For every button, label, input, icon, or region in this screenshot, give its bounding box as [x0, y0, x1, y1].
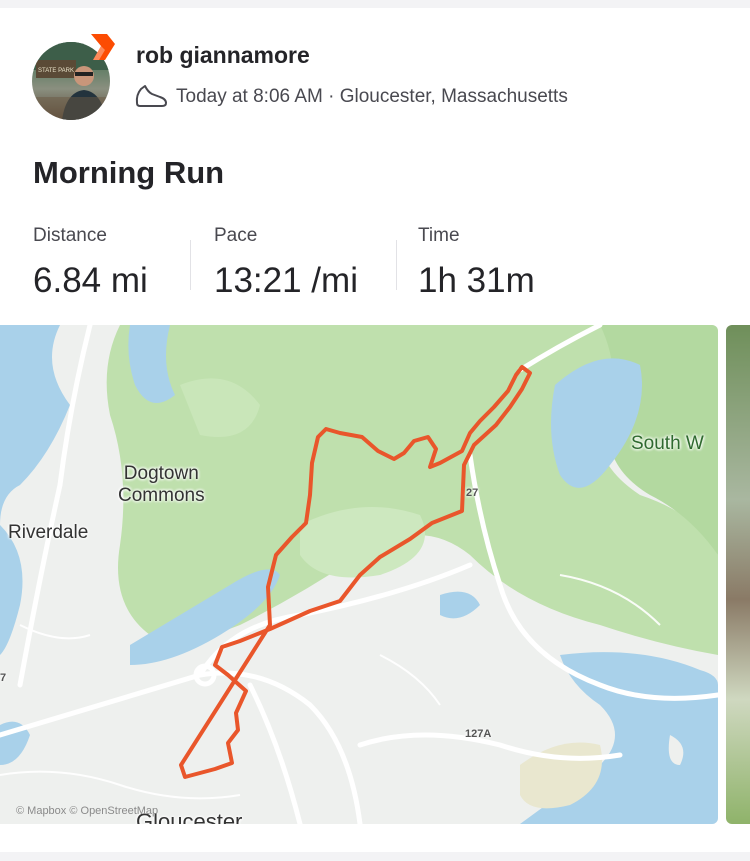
map-label-dogtown: Dogtown Commons	[118, 463, 205, 506]
road-badge-27: 27	[466, 487, 479, 499]
stat-distance: Distance 6.84 mi	[33, 225, 148, 301]
stat-divider	[190, 240, 191, 290]
activity-title[interactable]: Morning Run	[33, 155, 224, 191]
activity-location: Gloucester, Massachusetts	[339, 86, 568, 107]
map-canvas	[0, 325, 718, 824]
stat-label: Pace	[214, 225, 258, 246]
meta-separator: ·	[322, 86, 340, 107]
stat-divider	[396, 240, 397, 290]
activity-meta: Today at 8:06 AM · Gloucester, Massachus…	[176, 86, 568, 108]
road-badge-127a: 127A	[465, 728, 492, 740]
athlete-name[interactable]: rob giannamore	[136, 42, 310, 69]
stat-label: Distance	[33, 225, 107, 246]
stat-value: 13:21 /mi	[214, 261, 358, 300]
stat-time: Time 1h 31m	[418, 225, 535, 301]
activity-timestamp: Today at 8:06 AM	[176, 86, 323, 107]
running-shoe-icon	[135, 85, 167, 107]
route-map[interactable]: Dogtown Commons Riverdale South W Glouce…	[0, 325, 718, 824]
stat-pace: Pace 13:21 /mi	[214, 225, 358, 301]
avatar-sign-text: STATE PARK	[38, 68, 74, 74]
bottom-separator	[0, 852, 750, 861]
map-label-south: South W	[631, 433, 704, 454]
top-separator	[0, 0, 750, 8]
stat-value: 1h 31m	[418, 261, 535, 300]
subscriber-badge-icon	[91, 34, 115, 60]
activity-photo[interactable]	[726, 325, 750, 824]
stat-value: 6.84 mi	[33, 261, 148, 300]
map-attribution[interactable]: © Mapbox © OpenStreetMap	[16, 805, 158, 817]
road-badge-7: 7	[0, 672, 7, 684]
map-label-riverdale: Riverdale	[8, 522, 89, 543]
stat-label: Time	[418, 225, 460, 246]
